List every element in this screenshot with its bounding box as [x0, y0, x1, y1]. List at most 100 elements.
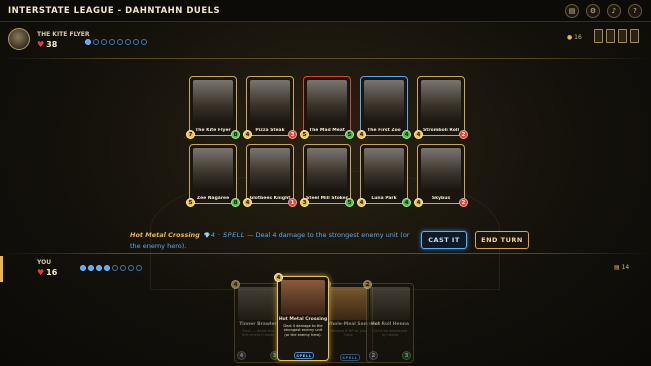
- mana-pip: [88, 265, 94, 271]
- mana-pip: [120, 265, 126, 271]
- gear-icon[interactable]: ⚙: [586, 4, 600, 18]
- player-hp: ♥ 16: [37, 268, 57, 277]
- attack-badge: 4: [243, 130, 252, 139]
- deck-icon[interactable]: ▤: [565, 4, 579, 18]
- attack-badge: 4: [357, 198, 366, 207]
- attack-badge: 4: [414, 198, 423, 207]
- mana-pip: [133, 39, 139, 45]
- attack-badge: 5: [186, 198, 195, 207]
- opponent-hand-card: [594, 29, 603, 43]
- opponent-name: THE KITE FLYER: [37, 31, 90, 38]
- game-title: INTERSTATE LEAGUE - DAHNTAHN DUELS: [8, 6, 221, 16]
- divider: [0, 58, 651, 59]
- opponent-hp-value: 38: [46, 40, 58, 49]
- health-badge: 3: [288, 130, 297, 139]
- mana-pip: [96, 265, 102, 271]
- card-art: [421, 80, 461, 122]
- card-art: [238, 287, 278, 320]
- end-turn-button[interactable]: END TURN: [475, 231, 529, 249]
- mana-pip: [125, 39, 131, 45]
- hand-card[interactable]: Hot Roll Henna Can't be destroyed by hand…: [363, 280, 414, 363]
- hand-card[interactable]: Tinner Brawler Rush — deals the first ene…: [231, 280, 282, 363]
- card-name: Hot Roll Henna: [370, 321, 410, 327]
- opponent-row: THE KITE FLYER ♥ 38 ● 16: [0, 26, 651, 54]
- attack-badge: 4: [243, 198, 252, 207]
- board-card[interactable]: Zee Nagaree 5 8: [186, 144, 240, 207]
- card-name: Steel Mill Stoker: [306, 196, 348, 201]
- card-art: [250, 148, 290, 190]
- mana-pip: [136, 265, 142, 271]
- card-description: Restore 6 HP to your hero.: [330, 328, 368, 338]
- opponent-hp: ♥ 38: [37, 40, 57, 49]
- health-badge: 8: [231, 130, 240, 139]
- card-name: Glotbees Knight: [249, 196, 291, 201]
- card-art: [193, 80, 233, 122]
- card-art: [307, 80, 347, 122]
- card-art: [307, 148, 347, 190]
- attack-badge: 3: [300, 198, 309, 207]
- card-name: The Mad Meat: [309, 128, 345, 133]
- card-name: Skybus: [431, 196, 451, 201]
- attack-badge: 2: [369, 351, 378, 360]
- mana-pip: [85, 39, 91, 45]
- board-card[interactable]: Luna Park 4 4: [357, 144, 411, 207]
- card-name: Pizza Steak: [255, 128, 285, 133]
- player-hp-value: 16: [46, 268, 58, 277]
- card-art: [364, 80, 404, 122]
- mana-pip: [101, 39, 107, 45]
- attack-badge: 4: [414, 130, 423, 139]
- mana-pip: [80, 265, 86, 271]
- board-card[interactable]: Steel Mill Stoker 3 5: [300, 144, 354, 207]
- board-card[interactable]: Skybus 4 2: [414, 144, 468, 207]
- card-description: Rush — deals the first enemy hands: [241, 328, 275, 338]
- board-card[interactable]: The Kite Flyer 7 8: [186, 76, 240, 139]
- card-art: [421, 148, 461, 190]
- card-name: Stromboli Roll: [423, 128, 459, 133]
- card-description: Can't be destroyed by hands: [372, 328, 408, 338]
- opponent-hand-card: [606, 29, 615, 43]
- gem-icon: 💎: [203, 233, 211, 239]
- mana-pip: [141, 39, 147, 45]
- board-card[interactable]: The Mad Meat 5 5: [300, 76, 354, 139]
- card-art: [193, 148, 233, 190]
- health-badge: 4: [402, 198, 411, 207]
- cost-badge: 2: [363, 280, 372, 289]
- card-type-tag: SPELL: [294, 352, 314, 359]
- board-card[interactable]: Glotbees Knight 4 1: [243, 144, 297, 207]
- help-icon[interactable]: ?: [628, 4, 642, 18]
- deck-icon: ▤: [614, 264, 620, 271]
- card-name: Zee Nagaree: [196, 196, 230, 201]
- mana-pip: [109, 39, 115, 45]
- health-badge: 8: [231, 198, 240, 207]
- active-turn-indicator: [0, 256, 3, 282]
- board-card[interactable]: Pizza Steak 4 3: [243, 76, 297, 139]
- heart-icon: ♥: [37, 40, 45, 49]
- card-description: Deal 4 damage to the strongest enemy uni…: [283, 323, 323, 337]
- mana-pip: [128, 265, 134, 271]
- opponent-hand-card: [618, 29, 627, 43]
- card-name: Luna Park: [371, 196, 397, 201]
- opponent-avatar[interactable]: [8, 28, 30, 50]
- card-art: [329, 287, 369, 320]
- card-art: [250, 80, 290, 122]
- card-art: [370, 287, 410, 320]
- board-card[interactable]: The First Zoo 4 4: [357, 76, 411, 139]
- opponent-deck-count: ● 16: [567, 34, 582, 41]
- hand-card[interactable]: Hot Metal Crossing Deal 4 damage to the s…: [274, 273, 329, 361]
- mana-pip: [117, 39, 123, 45]
- player-deck-count: ▤ 14: [614, 264, 629, 271]
- card-name: Tinner Brawler: [239, 321, 277, 327]
- card-name: Hot Metal Crossing: [278, 316, 328, 322]
- sound-icon[interactable]: ♪: [607, 4, 621, 18]
- mana-pip: [112, 265, 118, 271]
- heart-icon: ♥: [37, 268, 45, 277]
- spell-preview: Hot Metal Crossing 💎4 · SPELL — Deal 4 da…: [130, 230, 420, 251]
- player-deck-count-value: 14: [621, 264, 630, 271]
- cost-badge: 4: [274, 273, 283, 282]
- cast-it-button[interactable]: CAST IT: [421, 231, 467, 249]
- coin-icon: ●: [567, 34, 573, 41]
- health-badge: 5: [345, 130, 354, 139]
- spell-preview-name: Hot Metal Crossing: [130, 231, 200, 239]
- board-card[interactable]: Stromboli Roll 4 2: [414, 76, 468, 139]
- opponent-hand-card: [630, 29, 639, 43]
